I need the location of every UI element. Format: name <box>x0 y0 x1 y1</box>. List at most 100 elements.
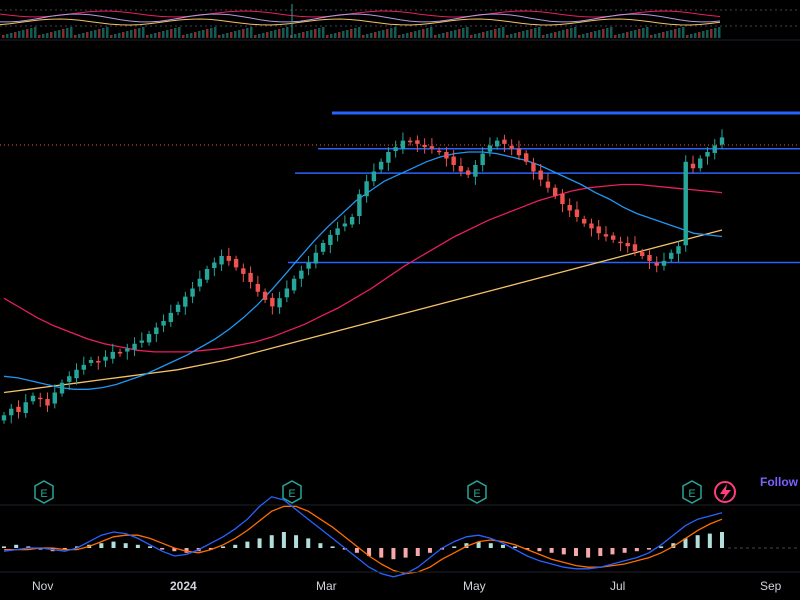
volume-bar <box>34 27 37 38</box>
volume-bar <box>270 31 273 38</box>
volume-bar <box>626 32 629 38</box>
macd-histogram-bar <box>379 548 384 558</box>
volume-bar <box>234 31 237 38</box>
volume-bar <box>694 33 697 38</box>
follow-link[interactable]: Follow <box>760 475 799 489</box>
macd-histogram-bar <box>573 548 578 556</box>
volume-bar <box>442 33 445 38</box>
volume-bar <box>534 28 537 38</box>
volume-bar <box>314 29 317 38</box>
macd-histogram-bar <box>695 535 700 548</box>
macd-histogram-bar <box>537 548 542 552</box>
volume-bar <box>110 35 113 38</box>
volume-bar <box>250 27 253 38</box>
volume-bar <box>150 34 153 38</box>
volume-bar <box>338 32 341 38</box>
volume-bar <box>394 27 397 38</box>
macd-histogram-bar <box>488 543 493 548</box>
volume-bar <box>634 30 637 38</box>
volume-bar <box>398 35 401 38</box>
macd-histogram-bar <box>598 548 603 556</box>
volume-bar <box>210 28 213 38</box>
volume-bar <box>482 32 485 38</box>
volume-bar <box>598 30 601 38</box>
volume-bar <box>614 35 617 38</box>
volume-bar <box>658 33 661 38</box>
volume-bar <box>470 35 473 38</box>
volume-bar <box>662 32 665 38</box>
volume-bar <box>458 29 461 38</box>
volume-bar <box>502 27 505 38</box>
volume-bar <box>202 30 205 38</box>
volume-bar <box>486 31 489 38</box>
volume-bar <box>214 27 217 38</box>
macd-histogram-bar <box>2 546 6 548</box>
time-axis-label-sep: Sep <box>760 579 782 593</box>
volume-bar <box>602 29 605 38</box>
volume-bar <box>546 34 549 38</box>
volume-bar <box>102 28 105 38</box>
volume-bar <box>350 29 353 38</box>
volume-bar <box>498 28 501 38</box>
volume-bar <box>186 34 189 38</box>
volume-bar <box>170 29 173 38</box>
volume-bar <box>266 32 269 38</box>
macd-histogram-bar <box>622 548 627 553</box>
macd-histogram-bar <box>610 548 615 555</box>
macd-histogram-bar <box>14 544 19 548</box>
macd-histogram-bar <box>586 548 591 558</box>
volume-bar <box>114 34 117 38</box>
macd-histogram-bar <box>281 532 286 548</box>
candle[interactable] <box>683 155 688 252</box>
macd-histogram-bar <box>634 548 639 552</box>
volume-bar <box>586 33 589 38</box>
volume-bar <box>278 29 281 38</box>
volume-bar <box>530 29 533 38</box>
macd-histogram-bar <box>148 546 153 548</box>
macd-histogram-bar <box>391 548 396 560</box>
macd-histogram-bar <box>245 541 250 548</box>
volume-bar <box>330 34 333 38</box>
volume-bar <box>238 30 241 38</box>
volume-bar <box>246 28 249 38</box>
time-axis-label-nov: Nov <box>32 579 53 593</box>
volume-bar <box>190 33 193 38</box>
volume-bar <box>178 27 181 38</box>
volume-bar <box>594 31 597 38</box>
volume-bar <box>710 29 713 38</box>
volume-bar <box>118 33 121 38</box>
volume-bar <box>358 27 361 38</box>
macd-histogram-bar <box>415 548 420 556</box>
macd-histogram-bar <box>720 532 724 548</box>
earnings-label: E <box>288 488 295 500</box>
volume-bar <box>590 32 593 38</box>
volume-bar <box>490 30 493 38</box>
volume-bar <box>630 31 633 38</box>
background <box>0 0 800 600</box>
volume-bar <box>254 35 257 38</box>
chart-canvas[interactable]: E E E E Follow Nov 2024 Mar May Jul Sep <box>0 0 800 600</box>
volume-bar <box>158 32 161 38</box>
earnings-label: E <box>688 488 695 500</box>
volume-bar <box>674 29 677 38</box>
macd-histogram-bar <box>123 543 128 548</box>
volume-bar <box>174 28 177 38</box>
volume-bar <box>198 31 201 38</box>
earnings-label: E <box>40 488 47 500</box>
volume-bar <box>578 35 581 38</box>
volume-bar <box>306 31 309 38</box>
macd-histogram-bar <box>160 548 165 550</box>
volume-bar <box>38 35 41 38</box>
volume-bar <box>10 33 13 38</box>
volume-bar <box>362 35 365 38</box>
volume-bar <box>702 31 705 38</box>
volume-bar <box>510 34 513 38</box>
macd-histogram-bar <box>500 544 505 548</box>
volume-bar <box>126 31 129 38</box>
volume-bar <box>54 31 57 38</box>
volume-bar <box>70 27 73 38</box>
volume-bar <box>666 31 669 38</box>
volume-bar <box>46 33 49 38</box>
time-axis-label-mar: Mar <box>316 579 337 593</box>
volume-bar <box>402 34 405 38</box>
